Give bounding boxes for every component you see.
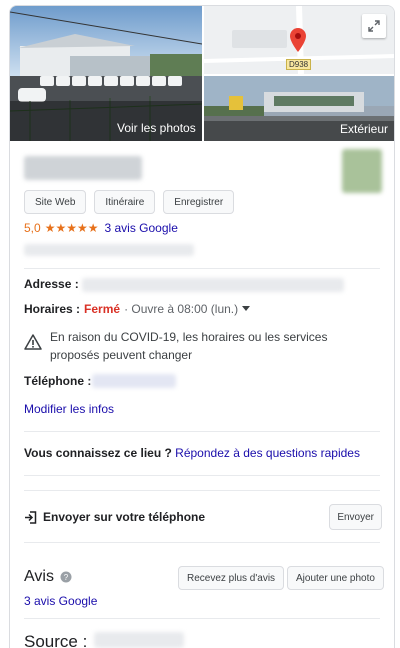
source-redacted xyxy=(94,632,184,648)
send-to-phone-row[interactable]: Envoyer sur votre téléphone xyxy=(24,510,205,524)
address-label: Adresse : xyxy=(24,277,79,291)
reviews-header: Avis ? xyxy=(24,568,72,586)
phone-label: Téléphone : xyxy=(24,374,92,388)
get-more-reviews-button[interactable]: Recevez plus d'avis xyxy=(178,566,285,590)
view-photos-label[interactable]: Voir les photos xyxy=(117,121,196,135)
send-to-device-icon xyxy=(25,510,37,524)
save-button[interactable]: Enregistrer xyxy=(163,190,235,214)
main-photo[interactable]: Voir les photos xyxy=(10,6,202,141)
svg-text:?: ? xyxy=(64,573,69,582)
expand-icon xyxy=(368,20,380,32)
hours-label: Horaires : xyxy=(24,302,81,316)
knowledge-panel: Voir les photos D938 Extérieur Site Web … xyxy=(9,5,395,648)
covid-notice: En raison du COVID-19, les horaires ou l… xyxy=(24,328,374,364)
send-to-phone-label[interactable]: Envoyer sur votre téléphone xyxy=(43,510,205,524)
website-button[interactable]: Site Web xyxy=(24,190,87,214)
category-redacted xyxy=(24,244,194,256)
questions-prompt: Vous connaissez ce lieu ? xyxy=(24,446,172,460)
address-redacted xyxy=(82,278,344,292)
action-buttons: Site Web Itinéraire Enregistrer xyxy=(24,190,235,214)
expand-map-button[interactable] xyxy=(362,14,386,38)
warning-icon xyxy=(24,334,42,350)
source-row: Source : xyxy=(24,632,87,648)
address-row: Adresse : xyxy=(24,277,79,291)
place-title-redacted xyxy=(24,156,142,180)
divider xyxy=(24,475,380,476)
hours-status: Fermé xyxy=(84,302,121,316)
photo-gallery: Voir les photos D938 Extérieur xyxy=(10,6,394,141)
star-rating-icon: ★★★★★ xyxy=(44,221,99,235)
phone-row: Téléphone : xyxy=(24,374,91,388)
exterior-photo[interactable]: Extérieur xyxy=(204,76,394,141)
directions-button[interactable]: Itinéraire xyxy=(94,190,156,214)
reviews-link[interactable]: 3 avis Google xyxy=(104,221,177,235)
source-label: Source : xyxy=(24,632,88,648)
exterior-label[interactable]: Extérieur xyxy=(340,122,388,136)
divider xyxy=(24,542,380,543)
review-count-row: 3 avis Google xyxy=(24,594,97,608)
divider xyxy=(24,431,380,432)
edit-info-link[interactable]: Modifier les infos xyxy=(24,402,114,416)
help-icon[interactable]: ? xyxy=(60,571,72,583)
edit-info-row: Modifier les infos xyxy=(24,402,114,416)
phone-redacted[interactable] xyxy=(92,374,176,388)
place-thumbnail-redacted[interactable] xyxy=(342,149,382,193)
divider xyxy=(24,268,380,269)
divider xyxy=(24,490,380,491)
caret-down-icon[interactable] xyxy=(242,306,251,312)
hours-next-open: · Ouvre à 08:00 (lun.) xyxy=(124,302,239,316)
questions-link[interactable]: Répondez à des questions rapides xyxy=(175,446,360,460)
map-thumbnail[interactable]: D938 xyxy=(204,6,394,74)
hours-row[interactable]: Horaires : Fermé · Ouvre à 08:00 (lun.) xyxy=(24,302,251,316)
questions-row: Vous connaissez ce lieu ? Répondez à des… xyxy=(24,446,360,460)
covid-notice-text: En raison du COVID-19, les horaires ou l… xyxy=(50,330,328,362)
google-reviews-link[interactable]: 3 avis Google xyxy=(24,594,97,608)
reviews-title: Avis xyxy=(24,568,54,585)
map-pin-icon xyxy=(290,28,306,52)
road-label: D938 xyxy=(286,59,312,70)
rating-score: 5,0 xyxy=(24,221,41,235)
add-photo-button[interactable]: Ajouter une photo xyxy=(287,566,384,590)
send-button[interactable]: Envoyer xyxy=(329,504,382,530)
rating-row: 5,0 ★★★★★ 3 avis Google xyxy=(24,221,178,235)
divider xyxy=(24,618,380,619)
